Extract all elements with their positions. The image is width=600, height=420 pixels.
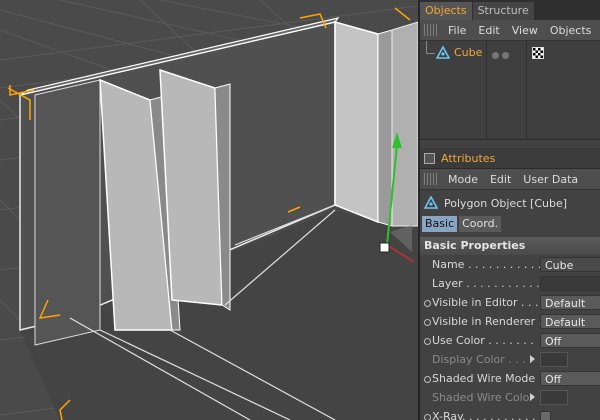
xray-checkbox[interactable] xyxy=(540,411,551,420)
menu-mode[interactable]: Mode xyxy=(442,173,484,186)
object-row-cube[interactable]: Cube xyxy=(420,41,600,65)
object-title: Polygon Object [Cube] xyxy=(444,196,568,210)
menu-user-data[interactable]: User Data xyxy=(517,173,584,186)
polygon-object-icon xyxy=(424,196,438,209)
menu-attr-edit[interactable]: Edit xyxy=(484,173,517,186)
menu-view[interactable]: View xyxy=(506,24,544,37)
tab-basic[interactable]: Basic xyxy=(422,216,458,232)
keyframe-bullet-icon[interactable] xyxy=(424,414,431,420)
grip-icon[interactable] xyxy=(424,173,438,185)
attributes-header: Attributes xyxy=(420,148,600,169)
prop-display-color: Display Color . . . . xyxy=(420,350,600,369)
shaded-wire-mode-dropdown[interactable]: Off xyxy=(540,371,600,386)
expand-arrow-icon[interactable] xyxy=(530,355,535,363)
section-basic-properties[interactable]: Basic Properties xyxy=(420,237,600,255)
attributes-title: Attributes xyxy=(441,151,496,165)
cube-right-wall-side xyxy=(377,29,393,227)
cube-right-wall xyxy=(334,21,379,224)
prop-label: X-Ray. . . . . . . . . . . xyxy=(432,410,536,420)
cube-left-wall xyxy=(34,79,101,346)
prop-label: Shaded Wire Color xyxy=(432,391,534,404)
tab-coord[interactable]: Coord. xyxy=(459,216,502,232)
prop-shaded-wire-color: Shaded Wire Color xyxy=(420,388,600,407)
name-field[interactable]: Cube xyxy=(540,257,600,272)
panel-toggle-icon[interactable] xyxy=(424,152,435,164)
keyframe-bullet-icon[interactable] xyxy=(424,376,431,383)
keyframe-bullet-icon[interactable] xyxy=(424,319,431,326)
layer-field[interactable] xyxy=(540,276,600,291)
visible-editor-dropdown[interactable]: Default xyxy=(540,295,600,310)
viewport[interactable] xyxy=(0,0,418,420)
keyframe-bullet-icon[interactable] xyxy=(424,338,431,345)
polygon-object-icon xyxy=(436,46,450,59)
tab-structure[interactable]: Structure xyxy=(472,2,534,20)
menu-file[interactable]: File xyxy=(442,24,472,37)
use-color-dropdown[interactable]: Off xyxy=(540,333,600,348)
prop-label: Use Color . . . . . . . xyxy=(432,334,534,347)
visibility-dots-icon[interactable] xyxy=(492,49,512,62)
object-manager-menubar: File Edit View Objects T xyxy=(420,20,600,41)
keyframe-bullet-icon[interactable] xyxy=(424,300,431,307)
prop-label: Display Color . . . . xyxy=(432,353,533,366)
prop-shaded-wire-mode: Shaded Wire Mode Off xyxy=(420,369,600,388)
object-list[interactable]: Cube xyxy=(420,41,600,140)
object-name[interactable]: Cube xyxy=(454,46,482,59)
checker-material-tag-icon[interactable] xyxy=(532,47,544,59)
prop-visible-renderer: Visible in Renderer . Default xyxy=(420,312,600,331)
cube-right-wall-far xyxy=(391,21,418,227)
tree-line xyxy=(426,41,435,54)
display-color-swatch[interactable] xyxy=(540,352,568,367)
prop-name: Name . . . . . . . . . . . . . Cube xyxy=(420,255,600,274)
menu-objects[interactable]: Objects xyxy=(544,24,598,37)
prop-label: Visible in Editor . . . xyxy=(432,296,539,309)
menu-edit[interactable]: Edit xyxy=(472,24,505,37)
object-title-bar: Polygon Object [Cube] xyxy=(420,190,600,216)
shaded-wire-color-swatch[interactable] xyxy=(540,390,568,405)
viewport-scene[interactable] xyxy=(0,0,418,420)
side-panel: Objects Structure File Edit View Objects… xyxy=(420,0,600,420)
object-manager-tabs: Objects Structure xyxy=(420,0,600,20)
attribute-tabs: Basic Coord. xyxy=(420,216,600,234)
visible-renderer-dropdown[interactable]: Default xyxy=(540,314,600,329)
prop-label: Shaded Wire Mode xyxy=(432,372,536,385)
prop-layer: Layer . . . . . . . . . . . . xyxy=(420,274,600,293)
prop-use-color: Use Color . . . . . . . Off xyxy=(420,331,600,350)
prop-label: Visible in Renderer . xyxy=(432,315,543,328)
prop-label: Name . . . . . . . . . . . . . xyxy=(432,258,556,271)
prop-xray: X-Ray. . . . . . . . . . . xyxy=(420,407,600,420)
grip-icon[interactable] xyxy=(424,24,438,36)
expand-arrow-icon[interactable] xyxy=(530,393,535,401)
prop-label: Layer . . . . . . . . . . . . xyxy=(432,277,547,290)
attributes-menubar: Mode Edit User Data xyxy=(420,169,600,190)
tab-objects[interactable]: Objects xyxy=(420,2,472,20)
prop-visible-editor: Visible in Editor . . . Default xyxy=(420,293,600,312)
